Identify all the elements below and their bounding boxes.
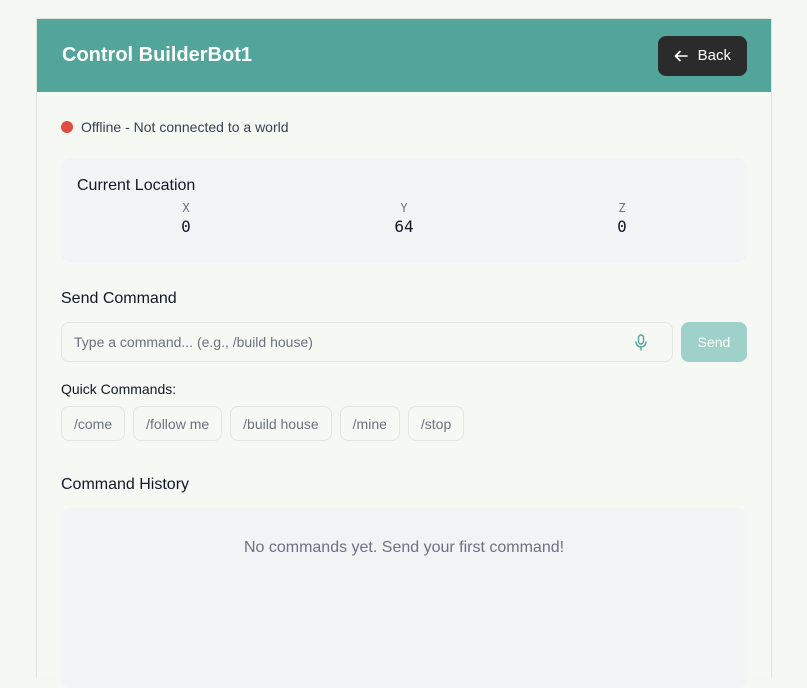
connection-status: Offline - Not connected to a world <box>61 119 747 135</box>
coord-x: X 0 <box>77 201 295 236</box>
quick-commands: /come /follow me /build house /mine /sto… <box>61 406 747 441</box>
coord-y-label: Y <box>400 201 408 215</box>
quick-command-come[interactable]: /come <box>61 406 126 441</box>
history-empty-text: No commands yet. Send your first command… <box>243 539 565 556</box>
coord-y: Y 64 <box>295 201 513 236</box>
quick-command-follow-me[interactable]: /follow me <box>133 406 223 441</box>
current-location-panel: Current Location X 0 Y 64 Z 0 <box>61 158 747 262</box>
quick-commands-title: Quick Commands: <box>61 381 177 397</box>
page-title: Control BuilderBot1 <box>62 44 252 66</box>
quick-command-build-house[interactable]: /build house <box>230 406 332 441</box>
arrow-left-icon <box>674 50 688 61</box>
control-panel-card: Control BuilderBot1 Back Offline - Not c… <box>36 18 772 688</box>
panel-header: Control BuilderBot1 Back <box>37 19 771 92</box>
status-text: Offline - Not connected to a world <box>81 119 289 135</box>
coord-z: Z 0 <box>513 201 731 236</box>
back-button-label: Back <box>697 47 731 64</box>
quick-command-stop[interactable]: /stop <box>407 406 465 441</box>
coord-x-value: 0 <box>181 217 191 236</box>
command-history-title: Command History <box>61 476 190 493</box>
coord-z-value: 0 <box>617 217 627 236</box>
send-command-title: Send Command <box>61 290 177 307</box>
status-dot-icon <box>61 121 73 133</box>
command-input[interactable] <box>62 323 672 361</box>
quick-command-mine[interactable]: /mine <box>339 406 400 441</box>
back-button[interactable]: Back <box>657 35 747 76</box>
command-history-panel: No commands yet. Send your first command… <box>61 508 747 688</box>
send-button[interactable]: Send <box>681 322 747 362</box>
microphone-icon[interactable] <box>634 334 648 352</box>
command-input-wrapper <box>61 322 673 362</box>
coord-z-label: Z <box>618 201 626 215</box>
location-title: Current Location <box>77 177 196 194</box>
coordinates: X 0 Y 64 Z 0 <box>77 201 731 236</box>
command-input-row: Send <box>61 322 747 362</box>
coord-y-value: 64 <box>394 217 414 236</box>
coord-x-label: X <box>182 201 190 215</box>
